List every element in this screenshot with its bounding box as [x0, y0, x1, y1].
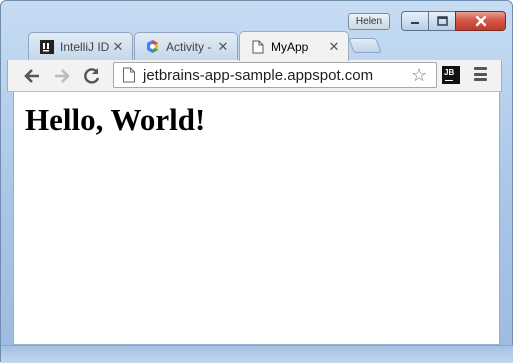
chrome-menu-icon[interactable] — [474, 67, 487, 81]
reload-button[interactable] — [82, 66, 102, 86]
tab-title: MyApp — [271, 39, 309, 54]
forward-arrow-icon — [55, 69, 70, 83]
page-icon — [250, 39, 265, 54]
intellij-icon — [39, 39, 54, 54]
tab-intellij[interactable]: IntelliJ ID ✕ — [28, 32, 133, 60]
bookmark-star-icon[interactable]: ☆ — [411, 66, 427, 84]
minimize-icon — [411, 22, 419, 24]
tab-title: Activity - — [166, 39, 212, 54]
browser-window: Helen IntelliJ ID ✕ Activity - ✕ MyApp ✕… — [0, 0, 513, 363]
page-info-icon[interactable] — [122, 67, 136, 83]
maximize-icon — [436, 16, 448, 26]
back-arrow-icon — [24, 69, 39, 83]
tab-close-icon[interactable]: ✕ — [215, 39, 231, 55]
menu-line — [474, 67, 487, 70]
tab-myapp[interactable]: MyApp ✕ — [239, 31, 349, 61]
tab-close-icon[interactable]: ✕ — [110, 39, 126, 55]
forward-button[interactable] — [52, 66, 72, 86]
tab-activity[interactable]: Activity - ✕ — [134, 32, 238, 60]
profile-button[interactable]: Helen — [348, 13, 390, 30]
maximize-button[interactable] — [428, 11, 456, 31]
minimize-button[interactable] — [401, 11, 429, 31]
toolbar: jetbrains-app-sample.appspot.com ☆ JB — [7, 60, 502, 92]
menu-line — [474, 72, 487, 76]
new-tab-button[interactable] — [348, 38, 382, 53]
google-cloud-icon — [145, 39, 160, 54]
close-button[interactable] — [455, 11, 506, 31]
jetbrains-extension-label: JB — [444, 68, 455, 77]
tab-close-icon[interactable]: ✕ — [326, 39, 342, 55]
page-heading: Hello, World! — [25, 102, 206, 137]
menu-line — [474, 78, 487, 81]
jetbrains-extension-icon[interactable]: JB — [442, 66, 460, 84]
tab-title: IntelliJ ID — [60, 39, 110, 54]
page-content: Hello, World! — [13, 92, 500, 345]
url-text: jetbrains-app-sample.appspot.com — [143, 67, 374, 84]
back-button[interactable] — [22, 66, 42, 86]
reload-icon — [84, 68, 100, 84]
address-bar[interactable]: jetbrains-app-sample.appspot.com ☆ — [113, 62, 437, 88]
close-icon — [475, 15, 486, 27]
window-bottom-frame — [1, 345, 513, 363]
jetbrains-extension-bar — [445, 80, 453, 81]
